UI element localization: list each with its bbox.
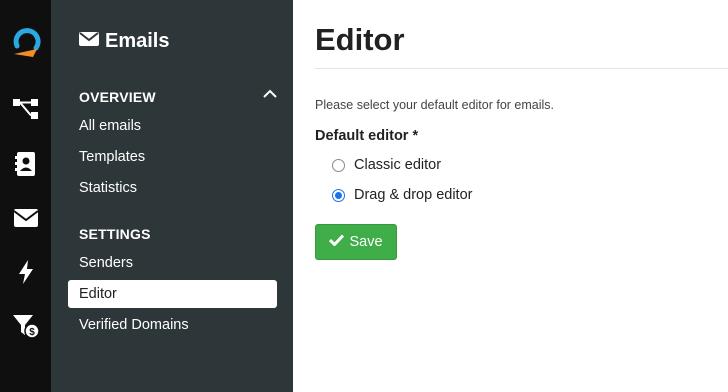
- icon-rail: $: [0, 0, 51, 392]
- sidebar-title: Emails: [79, 30, 169, 53]
- sidebar-item-verified-domains[interactable]: Verified Domains: [68, 311, 277, 339]
- funnel-icon[interactable]: $: [0, 312, 51, 340]
- svg-text:$: $: [29, 327, 35, 338]
- radio-drag-drop[interactable]: [332, 188, 345, 202]
- radio-option-drag-drop[interactable]: Drag & drop editor: [332, 187, 472, 203]
- check-icon: [329, 234, 345, 250]
- radio-label-drag-drop: Drag & drop editor: [354, 187, 473, 203]
- workflow-icon[interactable]: [0, 95, 51, 123]
- sidebar-item-all-emails[interactable]: All emails: [68, 112, 277, 140]
- sidebar-item-templates[interactable]: Templates: [68, 143, 277, 171]
- section-heading-overview: OVERVIEW: [79, 89, 156, 105]
- radio-option-classic[interactable]: Classic editor: [332, 157, 441, 173]
- radio-classic[interactable]: [332, 158, 345, 172]
- section-heading-settings: SETTINGS: [79, 226, 151, 242]
- sidebar: Emails OVERVIEW All emails Templates Sta…: [51, 0, 293, 392]
- save-button-label: Save: [349, 234, 383, 250]
- email-icon[interactable]: [0, 205, 51, 231]
- help-text: Please select your default editor for em…: [315, 98, 555, 112]
- sidebar-item-senders[interactable]: Senders: [68, 249, 277, 277]
- page-title: Editor: [315, 22, 405, 57]
- logo-icon[interactable]: [0, 22, 51, 62]
- sidebar-title-text: Emails: [105, 30, 170, 52]
- chevron-up-icon[interactable]: [263, 86, 277, 104]
- main-content: Editor Please select your default editor…: [293, 0, 728, 392]
- save-button[interactable]: Save: [315, 224, 397, 260]
- sidebar-item-editor[interactable]: Editor: [68, 280, 277, 308]
- sidebar-item-statistics[interactable]: Statistics: [68, 174, 277, 202]
- contacts-icon[interactable]: [0, 150, 51, 178]
- field-label: Default editor *: [315, 128, 419, 144]
- divider: [315, 68, 728, 69]
- radio-label-classic: Classic editor: [354, 157, 442, 173]
- automation-icon[interactable]: [0, 258, 51, 286]
- envelope-icon: [79, 30, 99, 53]
